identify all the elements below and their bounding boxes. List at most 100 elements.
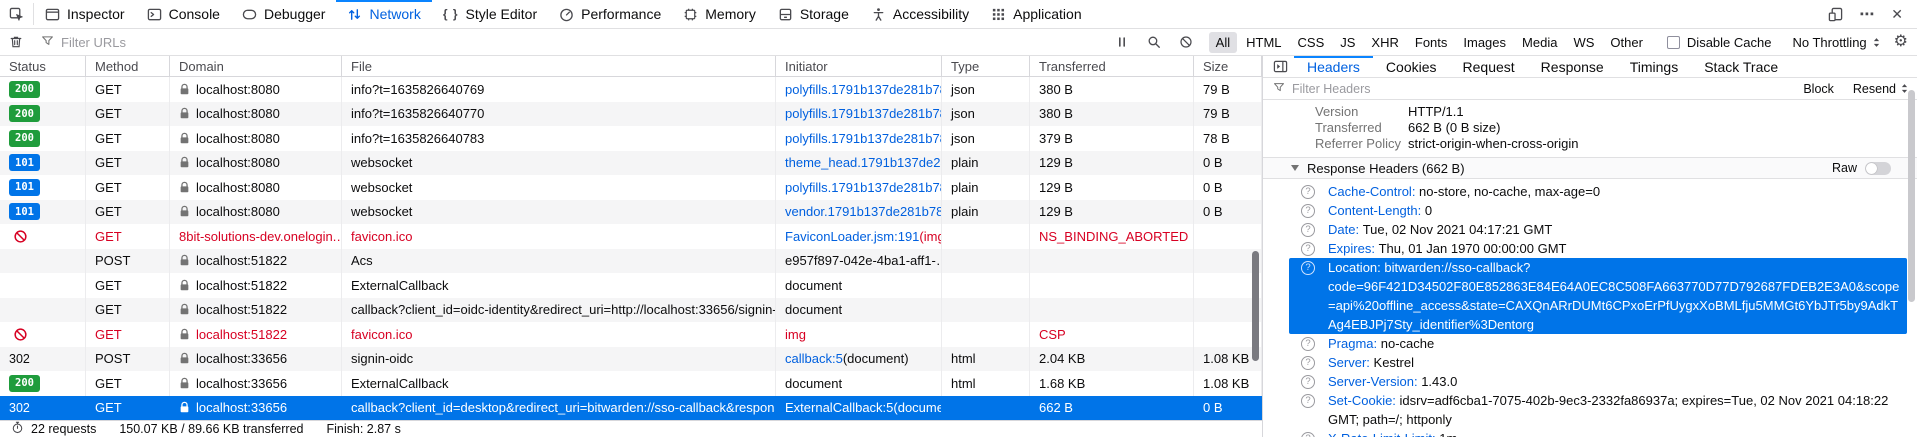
- header-row[interactable]: ?Content-Length: 0: [1289, 201, 1907, 220]
- header-row[interactable]: ?Date: Tue, 02 Nov 2021 04:17:21 GMT: [1289, 220, 1907, 239]
- question-icon[interactable]: ?: [1301, 223, 1315, 237]
- type-filter-html[interactable]: HTML: [1239, 32, 1288, 53]
- header-row[interactable]: ?Pragma: no-cache: [1289, 334, 1907, 353]
- details-tab-cookies[interactable]: Cookies: [1373, 56, 1450, 77]
- close-icon[interactable]: ✕: [1883, 6, 1911, 23]
- gear-icon[interactable]: ⚙: [1890, 34, 1917, 50]
- table-row[interactable]: 200GETlocalhost:8080info?t=1635826640770…: [0, 102, 1262, 127]
- question-icon[interactable]: ?: [1301, 204, 1315, 218]
- details-tab-timings[interactable]: Timings: [1617, 56, 1692, 77]
- details-tab-stack-trace[interactable]: Stack Trace: [1691, 56, 1791, 77]
- table-row[interactable]: POSTlocalhost:51822Acse957f897-042e-4ba1…: [0, 249, 1262, 274]
- question-icon[interactable]: ?: [1301, 337, 1315, 351]
- sidebar-toggle-icon[interactable]: [1263, 56, 1294, 77]
- question-icon[interactable]: ?: [1301, 375, 1315, 389]
- type-filter-js[interactable]: JS: [1333, 32, 1362, 53]
- clock-icon[interactable]: [11, 421, 24, 437]
- header-row[interactable]: ?Location: bitwarden://sso-callback?code…: [1289, 258, 1907, 334]
- request-list-scrollbar[interactable]: [1252, 251, 1259, 361]
- table-row[interactable]: 101GETlocalhost:8080websocketvendor.1791…: [0, 200, 1262, 225]
- details-tab-request[interactable]: Request: [1450, 56, 1528, 77]
- table-row[interactable]: 101GETlocalhost:8080websocketpolyfills.1…: [0, 175, 1262, 200]
- throttling-dropdown[interactable]: No Throttling: [1782, 35, 1889, 50]
- response-headers-section[interactable]: Response Headers (662 B) Raw: [1263, 157, 1917, 179]
- details-scrollbar[interactable]: [1908, 90, 1915, 302]
- tab-application[interactable]: Application: [980, 0, 1093, 28]
- type-filter-ws[interactable]: WS: [1566, 32, 1601, 53]
- column-header-initiator[interactable]: Initiator: [776, 56, 942, 76]
- column-header-status[interactable]: Status: [0, 56, 86, 76]
- header-row[interactable]: ?Set-Cookie: idsrv=adf6cba1-7075-402b-9e…: [1289, 391, 1907, 429]
- tab-inspector[interactable]: Inspector: [34, 0, 136, 28]
- type-filter-media[interactable]: Media: [1515, 32, 1564, 53]
- question-icon[interactable]: ?: [1301, 394, 1315, 408]
- filter-headers-field[interactable]: [1263, 81, 1794, 96]
- table-row[interactable]: GETlocalhost:51822favicon.icoimgCSP: [0, 322, 1262, 347]
- question-icon[interactable]: ?: [1301, 242, 1315, 256]
- tab-performance[interactable]: Performance: [548, 0, 672, 28]
- table-row[interactable]: 200GETlocalhost:8080info?t=1635826640769…: [0, 77, 1262, 102]
- table-row[interactable]: 302POSTlocalhost:33656signin-oidccallbac…: [0, 347, 1262, 372]
- header-row[interactable]: ?Server: Kestrel: [1289, 353, 1907, 372]
- column-header-method[interactable]: Method: [86, 56, 170, 76]
- question-icon[interactable]: ?: [1301, 356, 1315, 370]
- initiator-link[interactable]: theme_head.1791b137de281…: [785, 155, 942, 170]
- column-header-type[interactable]: Type: [942, 56, 1030, 76]
- initiator-link[interactable]: polyfills.1791b137de281b787…: [785, 131, 942, 146]
- trash-icon[interactable]: [0, 35, 32, 49]
- block-icon[interactable]: [1170, 35, 1202, 49]
- tab-accessibility[interactable]: Accessibility: [860, 0, 980, 28]
- header-row[interactable]: ?Expires: Thu, 01 Jan 1970 00:00:00 GMT: [1289, 239, 1907, 258]
- header-row[interactable]: ?Cache-Control: no-store, no-cache, max-…: [1289, 182, 1907, 201]
- menu-icon[interactable]: ⋯: [1851, 5, 1883, 23]
- column-header-domain[interactable]: Domain: [170, 56, 342, 76]
- table-row[interactable]: 101GETlocalhost:8080websockettheme_head.…: [0, 151, 1262, 176]
- type-filter-css[interactable]: CSS: [1291, 32, 1332, 53]
- table-row[interactable]: 302GETlocalhost:33656callback?client_id=…: [0, 396, 1262, 421]
- type-filter-all[interactable]: All: [1209, 32, 1237, 53]
- initiator-link[interactable]: polyfills.1791b137de281b787…: [785, 106, 942, 121]
- header-row[interactable]: ?X-Rate-Limit-Limit: 1m: [1289, 429, 1907, 437]
- table-row[interactable]: GET8bit-solutions-dev.onelogin.…favicon.…: [0, 224, 1262, 249]
- tab-memory[interactable]: Memory: [672, 0, 767, 28]
- tab-storage[interactable]: Storage: [767, 0, 860, 28]
- column-header-transferred[interactable]: Transferred: [1030, 56, 1194, 76]
- table-row[interactable]: 200GETlocalhost:8080info?t=1635826640783…: [0, 126, 1262, 151]
- initiator-link[interactable]: vendor.1791b137de281b787…: [785, 204, 942, 219]
- search-input[interactable]: [61, 35, 1098, 50]
- filter-urls-field[interactable]: [33, 34, 1106, 50]
- question-icon[interactable]: ?: [1301, 185, 1315, 199]
- type-filter-images[interactable]: Images: [1456, 32, 1513, 53]
- filter-headers-input[interactable]: [1292, 82, 1784, 96]
- tab-debugger[interactable]: Debugger: [231, 0, 337, 28]
- column-header-size[interactable]: Size: [1194, 56, 1262, 76]
- question-icon[interactable]: ?: [1301, 261, 1315, 275]
- table-row[interactable]: GETlocalhost:51822callback?client_id=oid…: [0, 298, 1262, 323]
- type-filter-fonts[interactable]: Fonts: [1408, 32, 1455, 53]
- type-filter-xhr[interactable]: XHR: [1364, 32, 1405, 53]
- initiator-link[interactable]: polyfills.1791b137de281b787…: [785, 180, 942, 195]
- type-filter-other[interactable]: Other: [1603, 32, 1650, 53]
- tab-console[interactable]: Console: [136, 0, 231, 28]
- responsive-design-icon[interactable]: [1820, 7, 1851, 22]
- tab-network[interactable]: Network: [336, 0, 431, 28]
- details-tab-headers[interactable]: Headers: [1294, 56, 1373, 77]
- initiator-link[interactable]: ExternalCallback:5: [785, 400, 893, 415]
- pause-icon[interactable]: [1106, 35, 1138, 49]
- initiator-link[interactable]: polyfills.1791b137de281b787…: [785, 82, 942, 97]
- tab-style-editor[interactable]: { }Style Editor: [432, 0, 548, 28]
- header-row[interactable]: ?Server-Version: 1.43.0: [1289, 372, 1907, 391]
- column-header-file[interactable]: File: [342, 56, 776, 76]
- initiator-link[interactable]: FaviconLoader.jsm:191: [785, 229, 919, 244]
- table-row[interactable]: GETlocalhost:51822ExternalCallbackdocume…: [0, 273, 1262, 298]
- disable-cache-toggle[interactable]: Disable Cache: [1657, 35, 1782, 50]
- details-tab-response[interactable]: Response: [1528, 56, 1617, 77]
- raw-toggle[interactable]: [1865, 162, 1891, 175]
- question-icon[interactable]: ?: [1301, 432, 1315, 438]
- table-row[interactable]: 200GETlocalhost:33656ExternalCallbackdoc…: [0, 371, 1262, 396]
- block-button[interactable]: Block: [1794, 82, 1843, 96]
- initiator-link[interactable]: callback:5: [785, 351, 843, 366]
- disable-cache-checkbox[interactable]: [1667, 36, 1680, 49]
- node-picker-icon[interactable]: [0, 0, 33, 28]
- search-icon[interactable]: [1138, 35, 1170, 49]
